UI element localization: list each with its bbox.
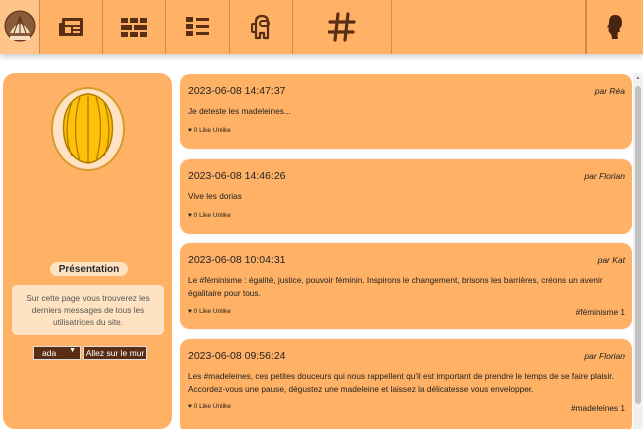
post-text: Les #madeleines, ces petites douceurs qu… <box>188 371 614 394</box>
post-text: Le #féminisme : égalité, justice, pouvoi… <box>188 275 603 298</box>
brick-wall-icon <box>121 18 147 37</box>
profile-silhouette-icon <box>607 15 622 39</box>
like-unlike-links[interactable]: ♥ 0 Like Unlike <box>188 127 231 134</box>
madeleine-logo-icon <box>4 10 35 42</box>
top-navigation-bar <box>0 0 643 54</box>
madeleine-icon <box>51 87 125 171</box>
like-unlike-links[interactable]: ♥ 0 Like Unlike <box>188 212 231 219</box>
post-hashtag-link[interactable]: #féminisme 1 <box>576 307 625 317</box>
presentation-title: Présentation <box>50 262 128 276</box>
post-card: 2023-06-08 14:47:37 par Réa Je deteste l… <box>180 74 632 149</box>
hashtag-icon <box>328 12 356 42</box>
post-author[interactable]: par Florian <box>584 351 625 361</box>
posts-feed: 2023-06-08 14:47:37 par Réa Je deteste l… <box>180 74 632 429</box>
like-unlike-links[interactable]: ♥ 0 Like Unlike <box>188 403 231 410</box>
post-text: Je deteste les madeleines... <box>188 106 291 116</box>
presentation-panel: Présentation Sur cette page vous trouver… <box>3 73 172 429</box>
post-like-controls[interactable]: ♥ 0 Like Unlike <box>188 308 231 315</box>
nav-spacer <box>392 0 586 54</box>
nav-home-logo[interactable] <box>0 0 40 54</box>
post-text: Vive les dorias <box>188 191 242 201</box>
post-date: 2023-06-08 14:46:26 <box>188 170 286 182</box>
ghost-character-icon <box>251 14 270 40</box>
presentation-description: Sur cette page vous trouverez les dernie… <box>12 285 164 335</box>
post-author[interactable]: par Florian <box>584 171 625 181</box>
post-date: 2023-06-08 09:56:24 <box>188 350 286 362</box>
post-card: 2023-06-08 10:04:31 par Kat Le #féminism… <box>180 243 632 329</box>
post-card: 2023-06-08 09:56:24 par Florian Les #mad… <box>180 339 632 429</box>
nav-user-profile[interactable] <box>586 0 643 54</box>
nav-list[interactable] <box>166 0 230 54</box>
presentation-description-text: Sur cette page vous trouverez les dernie… <box>26 293 150 327</box>
post-hashtag-link[interactable]: #madeleines 1 <box>571 403 625 413</box>
post-date: 2023-06-08 14:47:37 <box>188 85 286 97</box>
nav-tags[interactable] <box>293 0 392 54</box>
nav-wall[interactable] <box>103 0 166 54</box>
nav-news[interactable] <box>40 0 103 54</box>
post-like-controls[interactable]: ♥ 0 Like Unlike <box>188 127 231 134</box>
chevron-down-icon: ▼ <box>69 347 76 354</box>
go-to-wall-button[interactable]: Allez sur le mur <box>83 346 147 360</box>
post-date: 2023-06-08 10:04:31 <box>188 254 286 266</box>
post-card: 2023-06-08 14:46:26 par Florian Vive les… <box>180 159 632 234</box>
post-author[interactable]: par Réa <box>595 86 625 96</box>
newspaper-icon <box>59 18 83 36</box>
list-icon <box>185 17 209 36</box>
scrollbar-thumb[interactable] <box>635 86 641 404</box>
user-select[interactable]: ada ▼ <box>33 346 81 360</box>
post-like-controls[interactable]: ♥ 0 Like Unlike <box>188 212 231 219</box>
post-author[interactable]: par Kat <box>598 255 625 265</box>
scroll-up-arrow-icon[interactable]: ▲ <box>635 75 641 81</box>
like-unlike-links[interactable]: ♥ 0 Like Unlike <box>188 308 231 315</box>
user-select-value: ada <box>42 348 57 358</box>
post-like-controls[interactable]: ♥ 0 Like Unlike <box>188 403 231 410</box>
nav-profile-character[interactable] <box>230 0 293 54</box>
